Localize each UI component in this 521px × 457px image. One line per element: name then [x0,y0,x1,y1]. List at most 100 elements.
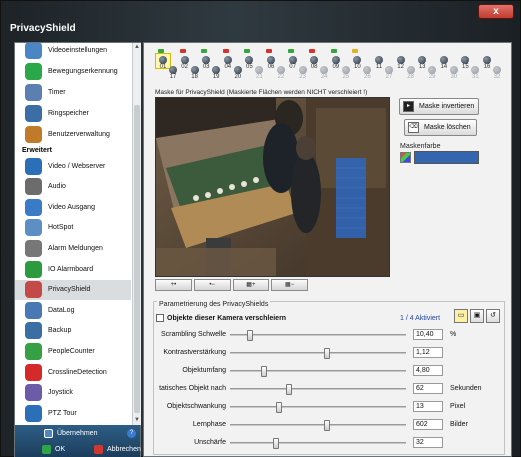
parameter-slider[interactable] [230,402,406,413]
sidebar-item-video-ausgang[interactable]: Video Ausgang [15,197,131,217]
camera-icon [449,66,458,74]
camera-25[interactable]: 25 [338,48,354,88]
color-picker-icon[interactable] [400,152,411,163]
sidebar-scrollbar[interactable]: ▲ ▼ [132,43,141,425]
parameter-slider[interactable] [230,330,406,341]
parameter-slider[interactable] [230,420,406,431]
parameter-slider[interactable] [230,348,406,359]
camera-number: 20 [234,74,242,80]
camera-17[interactable]: 17 [165,48,181,88]
parameter-value[interactable]: 13 [413,401,443,412]
privacy-shield-icon [25,281,42,299]
camera-icon [169,66,177,74]
sidebar-item-joystick[interactable]: Joystick [15,383,131,403]
sidebar-item-hotspot[interactable]: HotSpot [15,218,131,238]
clear-mask-button[interactable]: ⌫ Maske löschen [404,119,477,136]
camera-23[interactable]: 23 [295,48,311,88]
parameter-slider[interactable] [230,384,406,395]
globe-icon [25,157,42,175]
camera-icon [341,66,350,74]
sidebar-item-bewegungserkennung[interactable]: Bewegungserkennung [15,61,131,81]
camera-icon [233,66,242,74]
video-settings-icon [25,43,42,59]
slider-thumb[interactable] [272,438,279,449]
folder-icon[interactable]: ▭ [454,309,468,323]
camera-28[interactable]: 28 [403,48,419,88]
slider-thumb[interactable] [323,420,330,431]
reset-icon[interactable]: ↺ [486,309,500,323]
remove-point-tool[interactable]: •− [193,279,231,291]
camera-icon [277,66,285,74]
scroll-down-icon[interactable]: ▼ [134,417,140,423]
sidebar-item-datalog[interactable]: DataLog [15,300,131,320]
slider-thumb[interactable] [275,402,282,413]
scroll-up-icon[interactable]: ▲ [134,44,140,50]
parameter-value[interactable]: 10,40 [413,329,443,340]
sidebar-item-videoeinstellungen[interactable]: Videoeinstellungen [15,43,131,60]
sidebar-item-crosslinedetection[interactable]: CrosslineDetection [15,362,131,382]
close-button[interactable]: x [478,4,514,19]
sidebar-item-audio[interactable]: Audio [15,177,131,197]
camera-30[interactable]: 30 [446,48,462,88]
camera-29[interactable]: 29 [424,48,440,88]
clear-mask-label: Maske löschen [424,124,471,131]
camera-18[interactable]: 18 [187,48,203,88]
section-label: Erweitert [22,147,52,154]
sidebar-item-alarm-meldungen[interactable]: Alarm Meldungen [15,238,131,258]
checkbox-label: Objekte dieser Kamera verschleiern [167,314,287,322]
camera-icon [428,66,437,74]
crossline-icon [25,363,42,381]
camera-number: 31 [472,74,479,80]
checkbox-box[interactable] [156,314,164,322]
sidebar-item-video-webserver[interactable]: Video / Webserver [15,156,131,176]
help-button[interactable]: ? [127,429,140,438]
camera-24[interactable]: 24 [316,48,332,88]
remove-area-tool[interactable]: ▦− [271,279,308,291]
sidebar-item-timer[interactable]: Timer [15,82,131,102]
camera-26[interactable]: 26 [359,48,375,88]
slider-thumb[interactable] [323,348,330,359]
sidebar-item-io-alarmboard[interactable]: IO Alarmboard [15,259,131,279]
parameter-value[interactable]: 1,12 [413,347,443,358]
mask-color-label: Maskenfarbe [400,143,441,150]
window-title: PrivacyShield [10,23,76,34]
cancel-button[interactable]: Abbrechen [94,445,141,454]
parameter-value[interactable]: 4,80 [413,365,443,376]
scroll-thumb[interactable] [134,105,140,413]
sidebar-item-label: Benutzerverwaltung [48,130,110,138]
sidebar-item-peoplecounter[interactable]: PeopleCounter [15,341,131,361]
camera-31[interactable]: 31 [467,48,483,88]
slider-thumb[interactable] [286,384,293,395]
parameter-value[interactable]: 32 [413,437,443,448]
sidebar-item-label: HotSpot [48,224,74,232]
parameters-title: Parametrierung des PrivacyShields [157,301,271,308]
camera-27[interactable]: 27 [381,48,397,88]
ok-button[interactable]: OK [42,445,65,454]
slider-thumb[interactable] [247,330,253,341]
sidebar-item-privacyshield[interactable]: PrivacyShield [15,279,131,300]
parameter-value[interactable]: 62 [413,383,443,394]
camera-20[interactable]: 20 [230,48,246,88]
sidebar-item-ptz-tour[interactable]: PTZ Tour [15,403,131,423]
camera-22[interactable]: 22 [273,48,289,88]
invert-mask-button[interactable]: ▸ Maske invertieren [399,98,479,115]
parameter-slider[interactable] [230,366,406,377]
slider-thumb[interactable] [260,366,267,377]
parameter-row: Kontrastverstärkung 1,12 [154,346,506,360]
obscure-objects-checkbox[interactable]: Objekte dieser Kamera verschleiern [156,314,286,322]
parameter-row: Unschärfe 32 [154,436,506,450]
camera-21[interactable]: 21 [251,48,267,88]
apply-button[interactable]: Übernehmen [44,429,97,438]
mask-color-swatch[interactable] [414,151,479,164]
add-area-tool[interactable]: ▦+ [232,279,270,291]
save-icon[interactable]: ▣ [470,309,484,323]
camera-preview[interactable] [155,97,390,277]
sidebar-item-benutzerverwaltung[interactable]: Benutzerverwaltung [15,124,131,144]
camera-32[interactable]: 32 [489,48,505,88]
sidebar-item-backup[interactable]: Backup [15,321,131,341]
add-point-tool[interactable]: +• [155,279,192,291]
parameter-slider[interactable] [230,438,406,449]
sidebar-item-ringspeicher[interactable]: Ringspeicher [15,103,131,123]
parameter-value[interactable]: 602 [413,419,443,430]
camera-19[interactable]: 19 [208,48,224,88]
